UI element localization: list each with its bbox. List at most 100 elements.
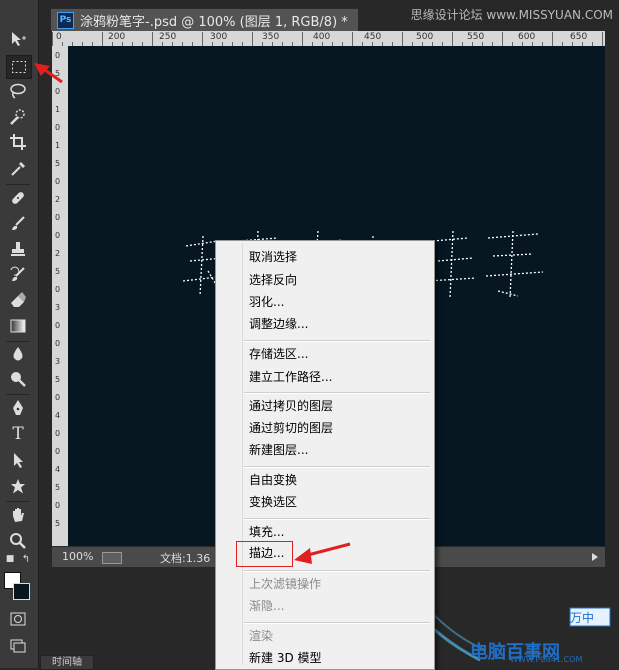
menu-item-save-selection[interactable]: 存储选区... — [249, 344, 308, 364]
ruler-label: 3 — [55, 303, 61, 312]
dodge-icon[interactable] — [6, 368, 30, 390]
ruler-tick — [552, 32, 553, 46]
ruler-label: 0 — [55, 231, 61, 240]
ruler-label: 5 — [55, 267, 61, 276]
brush-icon[interactable] — [6, 213, 30, 235]
ruler-label: 1 — [55, 105, 61, 114]
menu-item-fade: 渐隐... — [249, 599, 285, 613]
menu-item-transform-selection[interactable]: 变换选区 — [249, 492, 297, 512]
quick-select-icon[interactable] — [6, 106, 30, 128]
vertical-ruler[interactable]: 050101502002503003504004505 — [52, 46, 69, 546]
screen-mode-icon[interactable] — [6, 634, 30, 656]
ruler-tick — [402, 32, 403, 46]
watermark-url: WWW.PC841.COM — [510, 655, 583, 664]
menu-item-fill[interactable]: 填充... — [249, 522, 284, 542]
menu-item-new-3d-model[interactable]: 新建 3D 模型 — [249, 648, 322, 668]
ruler-label: 1 — [55, 141, 61, 150]
menu-item-deselect[interactable]: 取消选择 — [249, 247, 297, 267]
ruler-tick — [252, 32, 253, 46]
red-arrow-icon — [294, 542, 351, 564]
type-icon[interactable]: T — [6, 423, 30, 445]
ruler-label: 0 — [55, 501, 61, 510]
ruler-label: 0 — [55, 447, 61, 456]
ruler-label: 550 — [467, 32, 485, 42]
ruler-tick — [602, 32, 603, 46]
path-select-icon[interactable] — [6, 449, 30, 471]
blur-icon[interactable] — [6, 343, 30, 365]
zoom-icon[interactable] — [6, 530, 30, 552]
zoom-level[interactable]: 100% — [62, 550, 93, 563]
ruler-tick — [302, 32, 303, 46]
stroke-highlight-box — [236, 541, 293, 567]
ruler-label: 650 — [570, 32, 588, 42]
stamp-icon[interactable] — [6, 238, 30, 260]
eraser-icon[interactable] — [6, 289, 30, 311]
shape-icon[interactable] — [6, 475, 30, 497]
ruler-label: 0 — [55, 429, 61, 438]
status-navigator-icon[interactable] — [102, 552, 122, 564]
menu-item-make-work-path[interactable]: 建立工作路径... — [249, 367, 332, 387]
menu-item-last-filter: 上次滤镜操作 — [249, 577, 322, 591]
background-color-swatch[interactable] — [13, 583, 30, 600]
ruler-label: 0 — [55, 339, 61, 348]
red-arrow-icon — [34, 63, 63, 84]
ruler-label: 0 — [55, 123, 61, 132]
menu-item-new-layer[interactable]: 新建图层... — [249, 440, 308, 460]
ruler-label: 200 — [108, 32, 126, 42]
ruler-label: 5 — [55, 159, 61, 168]
menu-item-refine-edge[interactable]: 调整边缘... — [249, 314, 308, 334]
ruler-tick — [102, 32, 103, 46]
ruler-label: 5 — [55, 519, 61, 528]
menu-item-feather[interactable]: 羽化... — [249, 292, 284, 312]
ruler-label: 500 — [416, 32, 434, 42]
healing-icon[interactable] — [6, 187, 30, 209]
menu-item-inverse[interactable]: 选择反向 — [249, 270, 297, 290]
tools-panel: T ■ ↰ — [0, 0, 39, 668]
ruler-label: 2 — [55, 195, 61, 204]
ruler-tick — [202, 32, 203, 46]
crop-icon[interactable] — [6, 131, 30, 153]
lasso-icon[interactable] — [6, 80, 30, 102]
pen-icon[interactable] — [6, 397, 30, 419]
document-tab[interactable]: Ps 涂鸦粉笔字-.psd @ 100% (图层 1, RGB/8) * — [50, 8, 359, 31]
ruler-label: 0 — [55, 285, 61, 294]
history-brush-icon[interactable] — [6, 264, 30, 286]
ruler-tick — [52, 32, 53, 46]
ruler-label: 400 — [313, 32, 331, 42]
status-menu-arrow-icon[interactable] — [592, 553, 598, 561]
gradient-icon[interactable] — [6, 315, 30, 337]
hand-icon[interactable] — [6, 504, 30, 526]
ruler-label: 4 — [55, 465, 61, 474]
ruler-label: 5 — [55, 375, 61, 384]
ruler-label: 300 — [210, 32, 228, 42]
horizontal-ruler[interactable]: 0 200 250 300 350 400 450 500 550 600 65… — [52, 31, 605, 47]
ruler-tick — [152, 32, 153, 46]
watermark-badge: 万中 — [570, 611, 595, 625]
ruler-label: 450 — [364, 32, 382, 42]
ruler-label: 250 — [159, 32, 177, 42]
watermark-text: 思缘设计论坛 www.MISSYUAN.COM — [410, 8, 613, 22]
ruler-tick — [502, 32, 503, 46]
ruler-label: 5 — [55, 483, 61, 492]
swap-colors-icon[interactable]: ↰ — [19, 552, 33, 566]
move-icon[interactable] — [6, 28, 30, 50]
ruler-label: 0 — [56, 32, 62, 42]
ruler-label: 0 — [55, 177, 61, 186]
ruler-tick — [452, 32, 453, 46]
menu-item-layer-via-cut[interactable]: 通过剪切的图层 — [249, 418, 333, 438]
marquee-icon[interactable] — [6, 55, 32, 79]
quick-mask-icon[interactable] — [6, 608, 30, 630]
ruler-label: 3 — [55, 357, 61, 366]
menu-item-free-transform[interactable]: 自由变换 — [249, 470, 297, 490]
ruler-label: 350 — [262, 32, 280, 42]
ruler-label: 0 — [55, 321, 61, 330]
ruler-label: 600 — [518, 32, 536, 42]
eyedropper-icon[interactable] — [6, 158, 30, 180]
photoshop-icon: Ps — [57, 11, 74, 29]
menu-item-layer-via-copy[interactable]: 通过拷贝的图层 — [249, 396, 333, 416]
default-colors-icon[interactable]: ■ — [3, 552, 17, 566]
context-menu: 取消选择 选择反向 羽化... 调整边缘... 存储选区... 建立工作路径..… — [215, 240, 435, 670]
ruler-tick — [352, 32, 353, 46]
ruler-label: 0 — [55, 393, 61, 402]
ruler-label: 0 — [55, 213, 61, 222]
